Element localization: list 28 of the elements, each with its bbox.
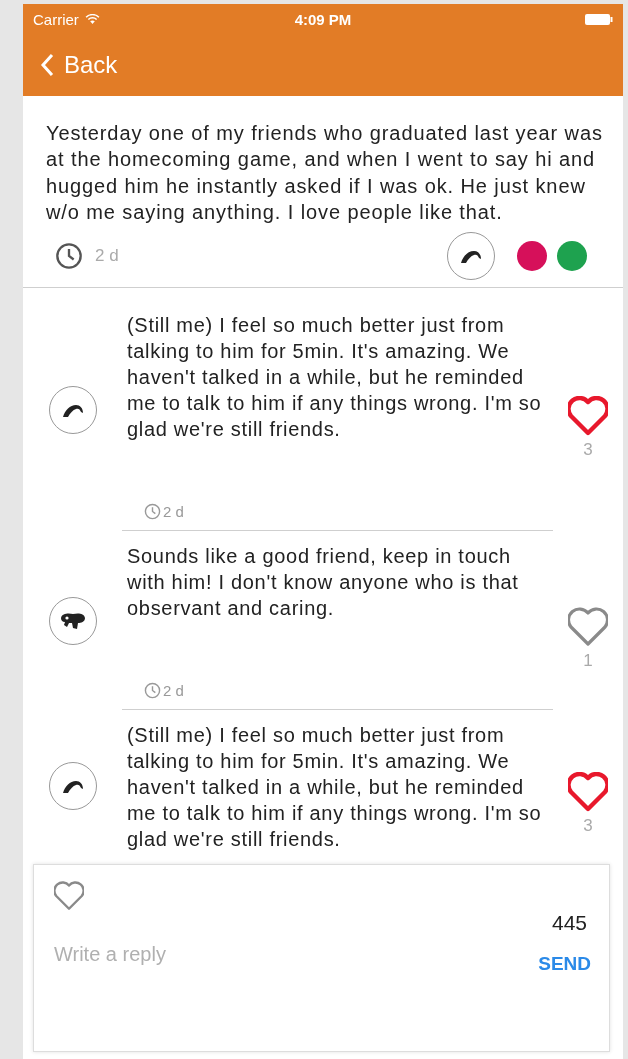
comment-time: 2 d xyxy=(163,681,184,699)
heart-icon[interactable] xyxy=(568,606,608,647)
comment-time: 2 d xyxy=(163,502,184,520)
send-button[interactable]: SEND xyxy=(538,953,591,976)
heart-icon[interactable] xyxy=(568,772,608,813)
tag-dot[interactable] xyxy=(557,241,587,272)
like-count: 1 xyxy=(583,650,593,671)
clock-icon xyxy=(144,681,161,699)
tag-dot[interactable] xyxy=(517,241,547,272)
character-count: 445 xyxy=(551,911,587,936)
heart-icon[interactable] xyxy=(568,395,608,436)
comment-text: (Still me) I feel so much better just from talking to him for 5min. It's amazing. We haven't talked in a while, but he reminded me to talk to him if any things wrong. I'm so glad we're still friends. xyxy=(127,723,543,853)
clock-icon xyxy=(55,242,83,271)
back-button[interactable]: Back xyxy=(40,51,118,79)
heart-icon[interactable] xyxy=(54,881,84,912)
blob-icon xyxy=(59,611,86,630)
post-time: 2 d xyxy=(95,246,119,267)
status-time: 4:09 PM xyxy=(294,10,352,28)
like-count: 3 xyxy=(583,816,593,837)
like-count: 3 xyxy=(583,439,593,460)
wifi-icon xyxy=(84,13,100,25)
carrier-label: Carrier xyxy=(33,10,79,28)
comment-text: Sounds like a good friend, keep in touch with him! I don't know anyone who is that observant and caring. xyxy=(127,544,520,622)
battery-icon xyxy=(585,13,613,25)
clock-icon xyxy=(144,502,161,520)
chevron-left-icon xyxy=(40,53,54,77)
post-text: Yesterday one of my friends who graduated last year was at the homecoming game, and when I went to say hi and hugged him he instantly asked if I was ok. He just knew w/o me saying anything. I love people like that. xyxy=(46,121,604,225)
comment-text: (Still me) I feel so much better just from talking to him for 5min. It's amazing. We haven't talked in a while, but he reminded me to talk to him if any things wrong. I'm so glad we're still friends. xyxy=(127,313,543,443)
